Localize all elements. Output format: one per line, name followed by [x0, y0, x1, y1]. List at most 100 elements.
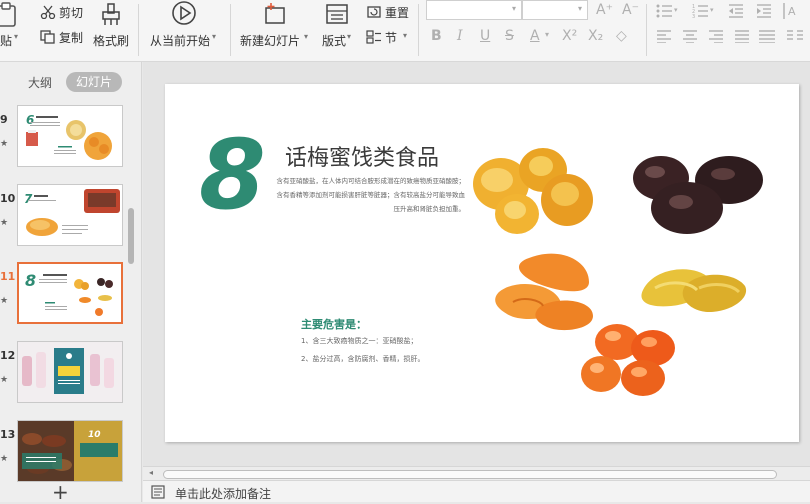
candied-kumquats-image[interactable] [577, 320, 687, 400]
svg-text:7: 7 [24, 192, 33, 206]
slide-thumbnail-row[interactable]: 13 ★ 10 [0, 420, 130, 484]
svg-text:3: 3 [692, 14, 695, 19]
increase-font-icon[interactable]: A⁺ [596, 2, 613, 18]
notes-placeholder[interactable]: 单击此处添加备注 [175, 485, 271, 502]
slide-thumbnail-selected[interactable]: 8 [17, 262, 123, 324]
slide-number: 10 [0, 192, 16, 205]
horizontal-scroll-thumb[interactable] [163, 470, 777, 479]
svg-text:▾: ▾ [674, 6, 678, 14]
slide-bullet[interactable]: 2、盐分过高，含防腐剂、香精，损肝。 [301, 354, 424, 364]
scissors-icon [40, 5, 56, 20]
slide-thumbnail[interactable]: 7 [17, 184, 123, 246]
bold-icon[interactable]: B [431, 28, 442, 44]
horizontal-scrollbar[interactable]: ◂ [143, 466, 810, 480]
slide-thumbnail-row[interactable]: 11 ★ 8 [0, 262, 130, 326]
slide-number: 9 [0, 113, 8, 126]
tab-outline[interactable]: 大纲 [28, 74, 52, 91]
slide-thumbnail[interactable]: 10 [17, 420, 123, 482]
reset-button[interactable]: 重置 [366, 4, 409, 21]
reset-icon [366, 5, 382, 19]
italic-icon[interactable]: I [457, 28, 463, 44]
paste-dropdown-icon[interactable]: ▾ [14, 32, 18, 41]
superscript-icon[interactable]: X² [562, 28, 577, 44]
clear-format-icon[interactable]: ◇ [616, 28, 627, 44]
distribute-icon[interactable] [758, 28, 776, 47]
font-color-dropdown-icon[interactable]: ▾ [545, 30, 549, 39]
align-center-icon[interactable] [682, 28, 698, 47]
slide-thumbnail-row[interactable]: 12 ★ [0, 341, 130, 405]
toolbar-divider [418, 4, 419, 56]
font-size-dropdown-icon[interactable]: ▾ [578, 4, 582, 13]
new-slide-button[interactable]: 新建幻灯片 [240, 32, 300, 49]
tab-slides[interactable]: 幻灯片 [66, 72, 122, 92]
from-current-button[interactable]: 从当前开始 [150, 32, 210, 49]
underline-icon[interactable]: U [480, 28, 490, 44]
strikethrough-icon[interactable]: S [505, 28, 514, 44]
decrease-indent-icon[interactable] [728, 3, 744, 23]
layout-button[interactable]: 版式 [322, 32, 346, 49]
copy-label: 复制 [59, 31, 84, 45]
cut-button[interactable]: 剪切 [40, 4, 83, 21]
copy-button[interactable]: 复制 [40, 29, 83, 46]
format-painter-button[interactable]: 格式刷 [93, 32, 129, 49]
svg-text:6: 6 [26, 113, 34, 127]
toolbar-divider [230, 4, 231, 56]
slide-thumbnail-row[interactable]: 9 ★ 6 [0, 105, 130, 169]
notes-icon [151, 485, 165, 502]
increase-indent-icon[interactable] [756, 3, 772, 23]
section-dropdown-icon[interactable]: ▾ [403, 31, 407, 40]
toolbar-divider [138, 4, 139, 56]
slide-subtitle[interactable]: 主要危害是： [301, 316, 367, 332]
svg-text:A: A [788, 5, 796, 18]
layout-icon[interactable] [325, 3, 349, 29]
slide-number: 11 [0, 270, 16, 283]
slides-panel: 大纲 幻灯片 9 ★ 6 10 ★ 7 11 ★ 8 12 ★ 13 ★ 10 … [0, 62, 142, 504]
dried-plums-image[interactable] [471, 142, 601, 242]
justify-icon[interactable] [734, 28, 750, 47]
from-current-dropdown-icon[interactable]: ▾ [212, 32, 216, 41]
font-family-dropdown-icon[interactable]: ▾ [512, 4, 516, 13]
subscript-icon[interactable]: X₂ [588, 28, 603, 44]
bullets-icon[interactable]: ▾ [656, 3, 678, 23]
play-icon[interactable] [171, 0, 197, 30]
notes-pane[interactable]: 单击此处添加备注 [143, 480, 810, 502]
star-icon: ★ [0, 139, 9, 149]
format-painter-icon[interactable] [100, 2, 122, 30]
slide-number: 13 [0, 428, 16, 441]
section-icon [366, 30, 382, 44]
align-left-icon[interactable] [656, 28, 672, 47]
numbering-icon[interactable]: 1 2 3 ▾ [692, 3, 714, 23]
slide-number: 12 [0, 349, 16, 362]
font-family-select[interactable] [426, 0, 522, 20]
columns-icon[interactable] [786, 28, 804, 47]
slide-number-graphic: 8 [199, 126, 266, 216]
align-right-icon[interactable] [708, 28, 724, 47]
slide-bullet[interactable]: 1、含三大致癌物质之一：亚硝酸盐； [301, 336, 417, 346]
paste-button[interactable]: 贴 [0, 32, 12, 49]
section-button[interactable]: 节 [366, 29, 397, 46]
star-icon: ★ [0, 454, 9, 464]
slide-number-digit: 8 [199, 126, 266, 216]
decrease-font-icon[interactable]: A⁻ [622, 2, 639, 18]
star-icon: ★ [0, 375, 9, 385]
dried-dates-image[interactable] [629, 150, 779, 240]
scroll-left-icon[interactable]: ◂ [149, 468, 153, 477]
svg-text:8: 8 [25, 271, 36, 290]
add-slide-button[interactable]: + [52, 480, 69, 504]
slide-intro-text[interactable]: 含有亚硝酸盐，在人体内可结合胺形成潜在的致癌物质亚硝酸胺；含有香精等添加剂可能损… [275, 174, 466, 216]
star-icon: ★ [0, 218, 9, 228]
svg-text:10: 10 [88, 430, 101, 440]
slide-title[interactable]: 话梅蜜饯类食品 [285, 140, 439, 172]
new-slide-dropdown-icon[interactable]: ▾ [304, 32, 308, 41]
slides-scrollbar[interactable] [128, 208, 134, 264]
preserved-fruit-image[interactable] [635, 256, 755, 326]
layout-dropdown-icon[interactable]: ▾ [347, 32, 351, 41]
slide-thumbnail[interactable] [17, 341, 123, 403]
text-direction-icon[interactable]: A [782, 2, 802, 24]
font-color-icon[interactable]: A [530, 28, 540, 44]
slide-thumbnail-row[interactable]: 10 ★ 7 [0, 184, 130, 248]
slide-thumbnail[interactable]: 6 [17, 105, 123, 167]
paste-icon[interactable] [0, 2, 20, 32]
new-slide-icon[interactable] [263, 2, 289, 30]
current-slide[interactable]: 8 话梅蜜饯类食品 含有亚硝酸盐，在人体内可结合胺形成潜在的致癌物质亚硝酸胺；含… [165, 84, 799, 442]
